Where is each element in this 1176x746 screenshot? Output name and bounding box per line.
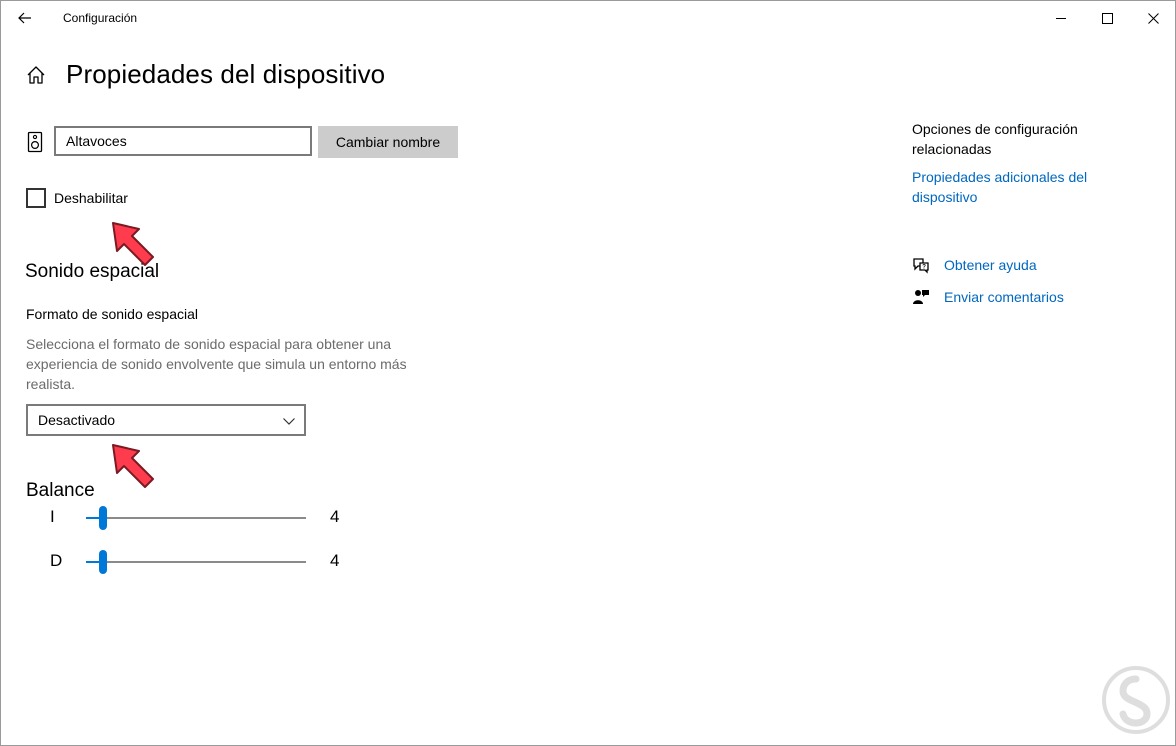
rename-button[interactable]: Cambiar nombre — [318, 126, 458, 158]
maximize-icon — [1101, 12, 1113, 24]
annotation-arrow-icon — [112, 444, 154, 488]
spatial-format-label: Formato de sonido espacial — [26, 306, 198, 322]
page-title: Propiedades del dispositivo — [66, 59, 386, 89]
balance-right-thumb[interactable] — [98, 550, 107, 574]
settings-window: Configuración Propiedades del dispositiv… — [0, 0, 1176, 746]
close-button[interactable] — [1130, 1, 1175, 35]
svg-text:?: ? — [922, 265, 926, 271]
maximize-button[interactable] — [1084, 1, 1130, 35]
balance-left-track[interactable] — [86, 517, 306, 519]
balance-left-label: I — [50, 507, 55, 526]
balance-left-row: I 4 — [26, 503, 356, 533]
disable-row[interactable]: Deshabilitar — [26, 188, 128, 208]
home-icon[interactable] — [25, 64, 47, 86]
spatial-format-dropdown[interactable]: Desactivado — [26, 404, 306, 436]
back-arrow-icon — [18, 12, 31, 24]
minimize-icon — [1055, 17, 1066, 19]
disable-label: Deshabilitar — [54, 190, 128, 206]
balance-left-value: 4 — [330, 507, 340, 526]
speaker-icon — [27, 131, 43, 153]
disable-checkbox[interactable] — [26, 188, 46, 208]
help-chat-icon: ? — [911, 255, 931, 275]
close-icon — [1147, 12, 1159, 24]
balance-right-label: D — [50, 551, 63, 570]
title-bar: Configuración — [1, 1, 1175, 35]
additional-device-properties-link[interactable]: Propiedades adicionales del dispositivo — [912, 167, 1122, 207]
annotation-arrow-icon — [112, 222, 154, 266]
balance-section-title: Balance — [26, 480, 95, 501]
balance-right-row: D 4 — [26, 547, 356, 577]
spatial-format-value: Desactivado — [38, 412, 116, 428]
balance-right-track[interactable] — [86, 561, 306, 563]
minimize-button[interactable] — [1038, 1, 1084, 35]
app-title: Configuración — [63, 11, 138, 25]
back-button[interactable] — [11, 5, 39, 31]
send-feedback-link[interactable]: Enviar comentarios — [944, 289, 1064, 305]
spatial-format-description: Selecciona el formato de sonido espacial… — [26, 336, 407, 392]
get-help-link[interactable]: Obtener ayuda — [944, 257, 1037, 273]
watermark-logo — [1102, 666, 1170, 734]
balance-left-thumb[interactable] — [98, 506, 107, 530]
feedback-icon — [911, 287, 931, 307]
related-settings-title: Opciones de configuración relacionadas — [912, 121, 1078, 157]
balance-right-value: 4 — [330, 551, 340, 570]
feedback-row[interactable]: Enviar comentarios — [911, 287, 1064, 307]
get-help-row[interactable]: ? Obtener ayuda — [911, 255, 1037, 275]
chevron-down-icon — [283, 418, 295, 425]
device-name-input[interactable] — [54, 126, 312, 156]
